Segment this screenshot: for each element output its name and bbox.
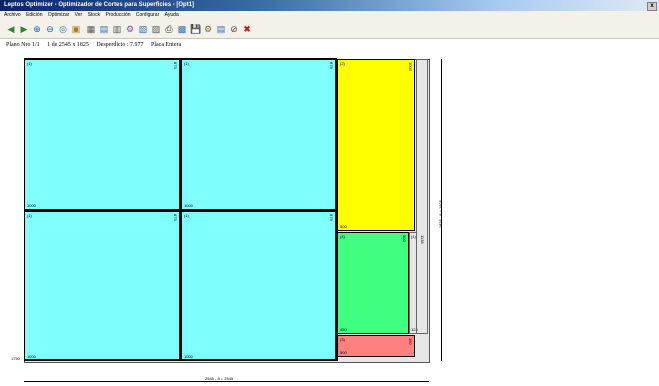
height-dimension-label: 1825 - 8 = 1825 <box>438 200 443 229</box>
plate-size: 1 de 2545 x 1825 <box>47 42 89 48</box>
plan-number: Plano Nro 1/1 <box>6 42 40 48</box>
piece-height: 150 <box>408 338 413 345</box>
view-icon[interactable]: ◎ <box>58 24 68 34</box>
piece-height: 500 <box>402 235 407 242</box>
cut-piece[interactable]: (3) 150 500 <box>337 335 415 357</box>
menu-configurar[interactable]: Configurar <box>136 11 159 20</box>
saw-cut <box>24 58 337 60</box>
menu-bar: Archivo Edición Optimizar Ver Stock Prod… <box>0 11 659 20</box>
export-icon[interactable]: ▩ <box>177 24 187 34</box>
menu-archivo[interactable]: Archivo <box>4 11 21 20</box>
cut-piece[interactable]: (2) 1000 500 <box>337 59 415 231</box>
cut-piece[interactable]: (1) 875 1000 <box>24 211 180 361</box>
sheet-icon[interactable]: ▤ <box>99 24 109 34</box>
zoom-out-icon[interactable]: ⊖ <box>45 24 55 34</box>
left-offset-label: 1750 <box>11 356 20 361</box>
chart-icon[interactable]: ▧ <box>138 24 148 34</box>
width-dimension-line <box>24 381 429 382</box>
piece-height: 875 <box>329 214 334 221</box>
close-icon[interactable]: x <box>647 2 657 11</box>
back-icon[interactable]: ◀ <box>6 24 16 34</box>
save-icon[interactable]: 💾 <box>190 24 201 34</box>
print-icon[interactable]: ⎙ <box>164 24 174 34</box>
menu-stock[interactable]: Stock <box>88 11 101 20</box>
menu-optimizar[interactable]: Optimizar <box>48 11 69 20</box>
cut-piece[interactable]: (1) 875 1000 <box>181 211 336 361</box>
cut-piece[interactable]: (1) 875 1000 <box>181 59 336 210</box>
saw-cut <box>24 210 337 212</box>
toolbar: ◀ ▶ ⊕ ⊖ ◎ ▣ ▦ ▤ ▥ ⚙ ▧ ▨ ⎙ ▩ 💾 ⚙ ▤ ⊘ ✖ <box>0 20 659 39</box>
waste-value: Desperdicio : 7.977 <box>96 42 144 48</box>
calculator-icon[interactable]: ▥ <box>112 24 122 34</box>
waste-height: 1138 <box>420 235 425 244</box>
stop-icon[interactable]: ⊘ <box>229 24 239 34</box>
zoom-in-icon[interactable]: ⊕ <box>32 24 42 34</box>
piece-height: 875 <box>173 62 178 69</box>
piece-width: 1000 <box>184 203 193 208</box>
piece-id: (1) <box>27 61 32 66</box>
menu-produccion[interactable]: Producción <box>105 11 130 20</box>
plate-type: Placa Entera <box>151 42 182 48</box>
piece-width: 1000 <box>27 203 36 208</box>
cut-piece[interactable]: (4) 500 450 <box>337 232 409 334</box>
menu-ver[interactable]: Ver <box>75 11 83 20</box>
piece-id: (1) <box>184 213 189 218</box>
network-icon[interactable]: ⚙ <box>125 24 135 34</box>
open-icon[interactable]: ▣ <box>71 24 81 34</box>
plan-info: Plano Nro 1/1 1 de 2545 x 1825 Desperdic… <box>6 42 187 48</box>
piece-id: (1) <box>27 213 32 218</box>
document-icon[interactable]: ▤ <box>216 24 226 34</box>
piece-height: 875 <box>173 214 178 221</box>
width-dimension-label: 2545 - 8 = 2545 <box>205 376 234 381</box>
piece-width: 500 <box>340 350 347 355</box>
piece-width: 450 <box>340 327 347 332</box>
piece-id: (3) <box>340 337 345 342</box>
piece-height: 1000 <box>408 62 413 71</box>
settings-icon[interactable]: ⚙ <box>203 24 213 34</box>
title-bar: Leptos Optimizer - Optimizador de Cortes… <box>0 0 659 11</box>
grid-icon[interactable]: ▨ <box>151 24 161 34</box>
right-frame: 1138 <box>416 59 428 334</box>
piece-id: (2) <box>340 61 345 66</box>
cut-piece[interactable]: (1) 875 1000 <box>24 59 180 210</box>
cancel-icon[interactable]: ✖ <box>242 24 252 34</box>
menu-edicion[interactable]: Edición <box>26 11 42 20</box>
forward-icon[interactable]: ▶ <box>19 24 29 34</box>
saw-cut <box>24 359 337 361</box>
table-icon[interactable]: ▦ <box>86 24 96 34</box>
piece-id: (1) <box>184 61 189 66</box>
piece-id: (4) <box>340 234 345 239</box>
window-title: Leptos Optimizer - Optimizador de Cortes… <box>4 2 195 8</box>
menu-ayuda[interactable]: Ayuda <box>165 11 179 20</box>
piece-width: 500 <box>340 224 347 229</box>
piece-height: 875 <box>329 62 334 69</box>
